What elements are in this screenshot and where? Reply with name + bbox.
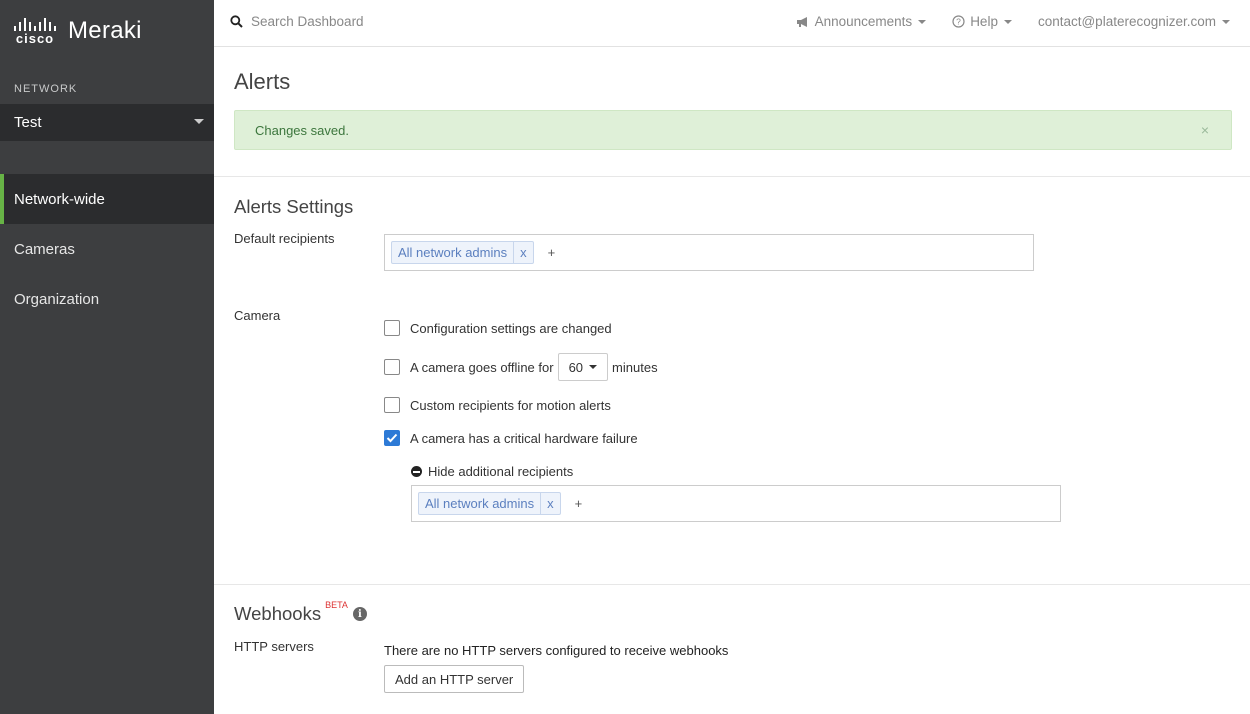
minus-circle-icon <box>411 466 422 477</box>
search-placeholder: Search Dashboard <box>251 14 364 29</box>
hide-recipients-toggle[interactable]: Hide additional recipients <box>411 464 573 479</box>
search-dashboard[interactable]: Search Dashboard <box>230 14 364 29</box>
option-label: A camera has a critical hardware failure <box>410 430 638 446</box>
announcements-label: Announcements <box>814 14 913 29</box>
checkmark-icon <box>386 433 398 443</box>
option-camera-offline[interactable]: A camera goes offline for 60 minutes <box>384 353 658 381</box>
close-icon[interactable]: × <box>1201 122 1209 138</box>
search-icon <box>230 15 243 28</box>
default-recipients-input[interactable]: All network admins x + <box>384 234 1034 271</box>
recipient-tag-label: All network admins <box>425 496 535 511</box>
network-selector-value: Test <box>14 114 42 131</box>
option-config-changed[interactable]: Configuration settings are changed <box>384 320 612 336</box>
beta-badge: BETA <box>325 600 348 610</box>
alerts-settings-title: Alerts Settings <box>234 196 354 217</box>
caret-down-icon <box>918 19 927 24</box>
default-recipients-label: Default recipients <box>234 231 335 246</box>
announcements-menu[interactable]: Announcements <box>796 14 927 29</box>
add-recipient-button[interactable]: + <box>548 245 556 260</box>
sidebar: cisco Meraki NETWORK Test Network-wide C… <box>0 0 214 714</box>
sidebar-item-cameras[interactable]: Cameras <box>0 224 214 274</box>
option-label: Custom recipients for motion alerts <box>410 397 611 413</box>
cisco-wordmark: cisco <box>15 30 55 46</box>
remove-tag-button[interactable]: x <box>540 493 560 514</box>
checkbox-checked[interactable] <box>384 430 400 446</box>
page-title: Alerts <box>234 69 291 94</box>
alert-message: Changes saved. <box>255 122 349 138</box>
option-label: Configuration settings are changed <box>410 320 612 336</box>
sidebar-item-network-wide[interactable]: Network-wide <box>0 174 214 224</box>
section-divider <box>214 176 1250 177</box>
section-divider <box>214 584 1250 585</box>
svg-text:?: ? <box>956 17 961 27</box>
top-bar: Search Dashboard Announcements ? Help co… <box>214 0 1250 47</box>
add-http-server-button[interactable]: Add an HTTP server <box>384 665 525 693</box>
webhooks-title-text: Webhooks <box>234 603 322 624</box>
info-icon[interactable]: i <box>352 607 367 622</box>
sidebar-item-label: Network-wide <box>14 190 105 208</box>
sidebar-item-label: Organization <box>14 290 100 308</box>
recipient-tag: All network admins x <box>391 241 534 264</box>
camera-label: Camera <box>234 308 281 323</box>
offline-minutes-value: 60 <box>568 359 584 375</box>
option-label-before: A camera goes offline for <box>410 359 554 375</box>
cisco-logo-icon: cisco <box>14 17 56 46</box>
hardware-failure-recipients-input[interactable]: All network admins x + <box>411 485 1061 522</box>
help-menu[interactable]: ? Help <box>952 14 1012 29</box>
network-label: NETWORK <box>14 83 78 95</box>
http-servers-label: HTTP servers <box>234 639 314 654</box>
account-email: contact@platerecognizer.com <box>1037 14 1216 29</box>
network-selector[interactable]: Test <box>0 104 214 141</box>
caret-down-icon <box>1003 19 1012 24</box>
add-recipient-button[interactable]: + <box>575 496 583 511</box>
meraki-logo[interactable]: cisco Meraki <box>14 14 142 48</box>
option-hardware-failure[interactable]: A camera has a critical hardware failure <box>384 430 638 446</box>
webhooks-title: Webhooks BETA i <box>234 600 367 625</box>
checkbox[interactable] <box>384 320 400 336</box>
recipient-tag: All network admins x <box>418 492 561 515</box>
option-motion-recipients[interactable]: Custom recipients for motion alerts <box>384 397 611 413</box>
help-icon: ? <box>952 15 965 28</box>
hide-recipients-label: Hide additional recipients <box>428 464 574 479</box>
caret-down-icon <box>589 365 598 369</box>
offline-minutes-select[interactable]: 60 <box>557 353 609 381</box>
main-content: Alerts Changes saved. × Alerts Settings … <box>214 47 1250 714</box>
sidebar-item-label: Cameras <box>14 240 75 258</box>
success-alert: Changes saved. × <box>234 110 1232 150</box>
remove-tag-button[interactable]: x <box>513 242 533 263</box>
megaphone-icon <box>796 16 807 27</box>
meraki-wordmark: Meraki <box>68 17 142 44</box>
account-menu[interactable]: contact@platerecognizer.com <box>1038 14 1230 29</box>
checkbox[interactable] <box>384 397 400 413</box>
sidebar-item-organization[interactable]: Organization <box>0 274 214 324</box>
http-servers-empty-text: There are no HTTP servers configured to … <box>384 643 729 658</box>
checkbox[interactable] <box>384 359 400 375</box>
caret-down-icon <box>1222 19 1230 24</box>
help-label: Help <box>970 14 998 29</box>
recipient-tag-label: All network admins <box>398 245 508 260</box>
caret-down-icon <box>194 119 204 124</box>
option-label-after: minutes <box>612 359 658 375</box>
